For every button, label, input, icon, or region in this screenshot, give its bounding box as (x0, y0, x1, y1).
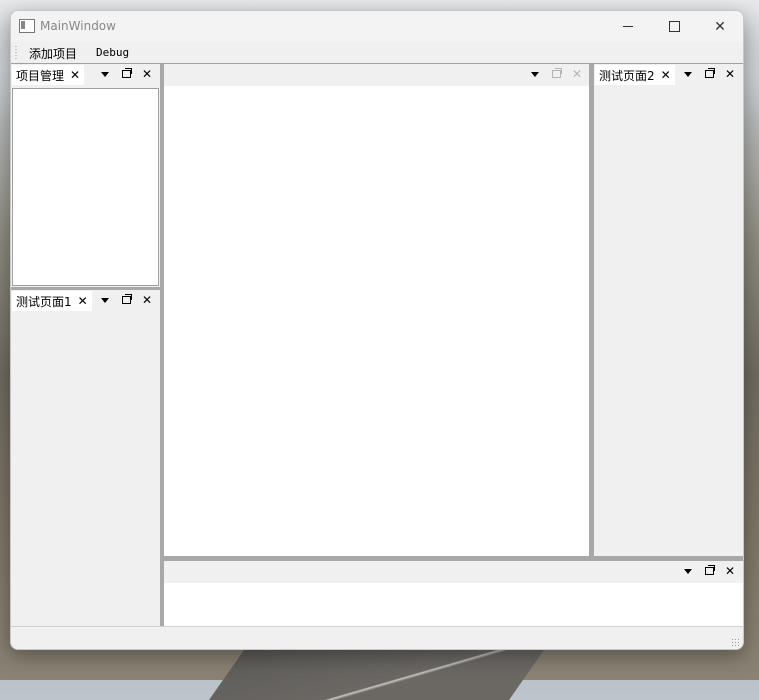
dock-project-manager: 项目管理 ✕ ✕ (11, 64, 160, 287)
minimize-icon (623, 26, 633, 27)
menu-add-project[interactable]: 添加项目 (29, 45, 77, 62)
menubar-grip[interactable] (15, 45, 17, 59)
close-icon: ✕ (571, 67, 583, 81)
dock-title-bar[interactable]: 测试页面1 ✕ ✕ (11, 290, 160, 311)
dock-close-button[interactable]: ✕ (722, 66, 738, 82)
dock-float-button[interactable] (118, 66, 134, 82)
close-icon: ✕ (724, 564, 736, 578)
dock-menu-arrow-icon (101, 297, 109, 303)
menu-debug[interactable]: Debug (96, 46, 129, 59)
dock-float-icon (121, 294, 132, 304)
size-grip-icon[interactable] (731, 638, 741, 648)
dock-float-button[interactable] (548, 66, 564, 82)
main-window: MainWindow ✕ 添加项目 Debug 项目管理 ✕ ✕ 测试页面1 ✕ (10, 10, 744, 650)
dock-float-icon (121, 68, 132, 78)
bottom-content[interactable] (164, 583, 743, 626)
dock-float-button[interactable] (701, 66, 717, 82)
tab-close-icon[interactable]: ✕ (70, 68, 80, 82)
dock-menu-button[interactable] (680, 563, 696, 579)
app-window-icon (19, 19, 35, 33)
tab-project-manager[interactable]: 项目管理 ✕ (12, 65, 85, 85)
tab-label: 测试页面1 (16, 294, 72, 309)
dock-float-icon (704, 565, 715, 575)
dock-title-bar[interactable]: 项目管理 ✕ ✕ (11, 64, 160, 85)
close-icon: ✕ (724, 67, 736, 81)
dock-title-bar[interactable]: ✕ (164, 64, 589, 85)
dock-center: ✕ (164, 64, 589, 556)
tab-close-icon[interactable]: ✕ (661, 68, 671, 82)
tab-label: 项目管理 (16, 68, 65, 83)
center-content[interactable] (164, 86, 589, 556)
dock-menu-button[interactable] (527, 66, 543, 82)
dock-menu-arrow-icon (531, 71, 539, 77)
maximize-icon (668, 21, 680, 32)
dock-test-page-1: 测试页面1 ✕ ✕ (11, 290, 160, 626)
dock-menu-button[interactable] (97, 66, 113, 82)
dock-menu-arrow-icon (684, 568, 692, 574)
dock-title-bar[interactable]: 测试页面2 ✕ ✕ (594, 64, 743, 85)
tab-test-page-1[interactable]: 测试页面1 ✕ (12, 291, 92, 311)
dock-close-button[interactable]: ✕ (139, 66, 155, 82)
close-button[interactable]: ✕ (697, 11, 743, 42)
tab-close-icon[interactable]: ✕ (78, 294, 88, 308)
dock-close-button[interactable]: ✕ (722, 563, 738, 579)
dock-bottom: ✕ (164, 561, 743, 626)
status-bar (11, 626, 743, 649)
dock-float-button[interactable] (118, 292, 134, 308)
dock-close-button[interactable]: ✕ (139, 292, 155, 308)
tab-label: 测试页面2 (599, 68, 655, 83)
tab-test-page-2[interactable]: 测试页面2 ✕ (595, 65, 675, 85)
menu-bar: 添加项目 Debug (11, 42, 743, 63)
dock-float-button[interactable] (701, 563, 717, 579)
close-icon: ✕ (141, 293, 153, 307)
dock-float-icon (551, 68, 562, 78)
dock-close-button[interactable]: ✕ (569, 66, 585, 82)
dock-test-page-2: 测试页面2 ✕ ✕ (594, 64, 743, 556)
dock-menu-button[interactable] (97, 292, 113, 308)
dock-float-icon (704, 68, 715, 78)
title-bar[interactable]: MainWindow ✕ (11, 11, 743, 42)
dock-menu-arrow-icon (684, 71, 692, 77)
close-icon: ✕ (714, 18, 726, 35)
dock-menu-button[interactable] (680, 66, 696, 82)
dock-menu-arrow-icon (101, 71, 109, 77)
window-title: MainWindow (40, 19, 116, 33)
close-icon: ✕ (141, 67, 153, 81)
project-tree[interactable] (12, 88, 159, 286)
maximize-button[interactable] (651, 11, 697, 42)
dock-title-bar[interactable]: ✕ (164, 561, 743, 582)
minimize-button[interactable] (605, 11, 651, 42)
